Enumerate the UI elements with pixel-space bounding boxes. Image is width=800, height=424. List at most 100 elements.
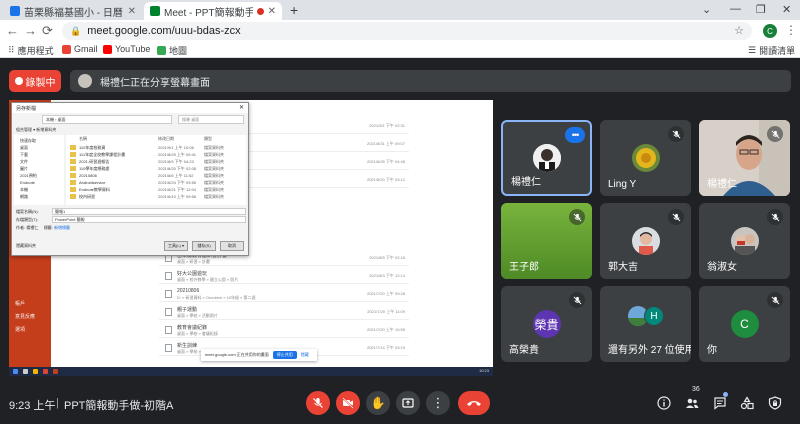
- minimize-icon[interactable]: —: [730, 3, 741, 15]
- others-letter-avatar: H: [644, 306, 664, 326]
- file-path: 桌面 » 學校 » 會議紀錄: [177, 331, 218, 336]
- dialog-file-row[interactable]: 2021-研習週報告 2021/8/9 下午 04:23 檔案資料夾: [66, 158, 246, 165]
- dialog-save-button[interactable]: 儲存(S): [192, 241, 216, 251]
- meeting-details-button[interactable]: [654, 393, 674, 413]
- dialog-file-row[interactable]: 110學年度總務處 2021/8/20 下午 02:08 檔案資料夾: [66, 165, 246, 172]
- tab-close-icon[interactable]: ✕: [268, 6, 276, 17]
- dialog-file-row[interactable]: 110年度校務資 2021/9/1 上午 10:06 檔案資料夾: [66, 144, 246, 151]
- folder-tree-item[interactable]: Endnote: [20, 180, 35, 185]
- participant-tile-6[interactable]: 榮貴 高榮貴: [501, 286, 592, 362]
- ppt-file-row[interactable]: 好大公園遊玩 桌面 » 校外教學 » 國立公園 » 照片 2021/8/3 下午 1…: [159, 268, 409, 284]
- stop-sharing-button[interactable]: 停止共用: [272, 351, 297, 359]
- participant-tile-2[interactable]: 楊禮仁: [699, 120, 790, 196]
- mic-toggle-button[interactable]: [306, 391, 330, 415]
- save-as-dialog: 另存新檔 ✕ 本機 › 桌面 搜尋 桌面 組合管理 ▾ 新增資料夾 快速存取 桌面…: [11, 102, 249, 256]
- dialog-file-row[interactable]: Androidservice 2021/6/24 下午 03:55 檔案資料夾: [66, 179, 246, 186]
- folder-type: 檔案資料夾: [204, 194, 224, 199]
- back-icon[interactable]: ←: [6, 23, 19, 38]
- participant-tile-5[interactable]: 翁淑女: [699, 203, 790, 279]
- start-icon[interactable]: [13, 369, 18, 374]
- forward-icon[interactable]: →: [24, 23, 37, 38]
- self-tile[interactable]: C 你: [699, 286, 790, 362]
- host-controls-button[interactable]: [765, 393, 785, 413]
- more-options-button[interactable]: ⋮: [426, 391, 450, 415]
- hide-toast-button[interactable]: 隱藏: [301, 352, 309, 358]
- reading-list[interactable]: ☰ 閱讀清單: [748, 44, 795, 57]
- profile-avatar[interactable]: C: [763, 24, 777, 38]
- participant-tile-0[interactable]: ••• 楊禮仁: [501, 120, 592, 196]
- folder-tree-item[interactable]: 本機: [20, 187, 28, 193]
- folder-tree-item[interactable]: 下載: [20, 152, 28, 158]
- folder-tree-item[interactable]: 網路: [20, 194, 28, 200]
- dialog-toolbar[interactable]: 組合管理 ▾ 新增資料夾: [16, 127, 56, 133]
- bookmark-apps[interactable]: ⠿ 應用程式: [8, 44, 54, 57]
- tab-calendar[interactable]: 苗栗縣福基國小 - 日曆 - 2021年 ✕: [4, 2, 142, 20]
- participant-tile-3[interactable]: 王子郎: [501, 203, 592, 279]
- present-now-button[interactable]: [396, 391, 420, 415]
- others-tile[interactable]: H 還有另外 27 位使用者: [600, 286, 691, 362]
- windows-taskbar: 10:23: [9, 367, 493, 376]
- dialog-file-row[interactable]: 校內研習 2021/6/10 上午 09:58 檔案資料夾: [66, 193, 246, 200]
- ppt-file-row[interactable]: 親子運動 桌面 » 學校 » 活動照片 2021/7/20 上午 11:09: [159, 304, 409, 320]
- chrome-icon[interactable]: [43, 369, 48, 374]
- file-name: 教育會議紀錄: [177, 325, 208, 331]
- dialog-file-row[interactable]: 111年度全校教學課程計畫 2021/8/25 上午 09:41 檔案資料夾: [66, 151, 246, 158]
- tab-meet[interactable]: Meet - PPT簡報動手做 - 初階 ✕: [144, 2, 282, 20]
- col-header-date[interactable]: 修改日期: [158, 136, 174, 142]
- ppt-menu-item[interactable]: 意見反應: [15, 313, 35, 320]
- bookmark-youtube[interactable]: YouTube: [103, 44, 150, 54]
- dialog-address-bar[interactable]: 本機 › 桌面: [42, 115, 172, 124]
- filetype-select[interactable]: PowerPoint 簡報: [52, 216, 246, 223]
- reload-icon[interactable]: ⟳: [42, 23, 53, 39]
- tags-value[interactable]: 新增標籤: [54, 225, 70, 230]
- raise-hand-button[interactable]: ✋: [366, 391, 390, 415]
- col-header-type[interactable]: 類型: [204, 136, 212, 142]
- camera-toggle-button[interactable]: [336, 391, 360, 415]
- restore-icon[interactable]: ❐: [756, 3, 766, 16]
- participant-name: 高榮貴: [509, 345, 539, 356]
- people-button[interactable]: [682, 393, 702, 413]
- new-tab-button[interactable]: +: [290, 2, 298, 18]
- ppt-menu-item[interactable]: 帳戶: [15, 300, 25, 307]
- folder-tree-item[interactable]: 快速存取: [20, 138, 36, 144]
- bookmark-label: YouTube: [115, 44, 151, 54]
- dialog-file-row[interactable]: 20210806 2021/8/6 上午 11:52 檔案資料夾: [66, 172, 246, 179]
- activities-button[interactable]: [737, 393, 757, 413]
- folder-tree-item[interactable]: 2021預約: [20, 173, 37, 179]
- chrome-menu-icon[interactable]: ⋮: [785, 23, 797, 37]
- dialog-cancel-button[interactable]: 取消: [220, 241, 244, 251]
- meet-favicon-icon: [150, 6, 160, 16]
- bookmark-maps[interactable]: 地圖: [157, 44, 187, 57]
- bookmark-gmail[interactable]: Gmail: [62, 44, 98, 54]
- file-path: 桌面 » 研習 » 計畫: [177, 259, 210, 264]
- powerpoint-icon[interactable]: [53, 369, 58, 374]
- bookmarks-bar: ⠿ 應用程式 Gmail YouTube 地圖 ☰ 閱讀清單: [0, 42, 800, 58]
- dialog-tools-button[interactable]: 工具(L) ▾: [164, 241, 188, 251]
- tab-close-icon[interactable]: ✕: [128, 6, 136, 17]
- recording-badge[interactable]: 錄製中: [9, 70, 61, 92]
- ppt-file-row[interactable]: 20210806 D: » 研習資料 » Onedrive » 10年級 » 第二…: [159, 286, 409, 302]
- col-header-name[interactable]: 名稱: [79, 136, 87, 142]
- dialog-close-icon[interactable]: ✕: [239, 104, 244, 111]
- hide-folders-toggle[interactable]: 隱藏資料夾: [16, 243, 36, 249]
- window-close-icon[interactable]: ✕: [782, 3, 791, 16]
- shared-screen[interactable]: 首頁新增開啟資訊儲存另存新檔列印共用匯出關閉帳戶意見反應選項 較早苗栗縣福基國小…: [9, 100, 493, 376]
- ppt-file-row[interactable]: 教育會議紀錄 桌面 » 學校 » 會議紀錄 2021/7/20 上午 10:55: [159, 322, 409, 338]
- folder-tree-item[interactable]: 桌面: [20, 145, 28, 151]
- dialog-search-input[interactable]: 搜尋 桌面: [178, 115, 244, 124]
- filename-field[interactable]: 簡報1: [52, 208, 246, 215]
- folder-tree-item[interactable]: 文件: [20, 159, 28, 165]
- taskbar-search-icon[interactable]: [23, 369, 28, 374]
- file-icon: [165, 290, 172, 298]
- tab-search-icon[interactable]: ⌄: [702, 3, 711, 16]
- participant-tile-1[interactable]: Ling Y: [600, 120, 691, 196]
- bookmark-star-icon[interactable]: ☆: [734, 24, 744, 37]
- dialog-file-row[interactable]: Endnote教學資料 2021/6/21 下午 12:04 檔案資料夾: [66, 186, 246, 193]
- ppt-menu-item[interactable]: 選項: [15, 326, 25, 333]
- leave-call-button[interactable]: [458, 391, 490, 415]
- folder-tree-item[interactable]: 圖片: [20, 166, 28, 172]
- participant-tile-4[interactable]: 郭大吉: [600, 203, 691, 279]
- more-options-icon[interactable]: •••: [565, 127, 585, 143]
- address-bar[interactable]: 🔒 meet.google.com/uuu-bdas-zcx ☆: [62, 22, 752, 40]
- explorer-icon[interactable]: [33, 369, 38, 374]
